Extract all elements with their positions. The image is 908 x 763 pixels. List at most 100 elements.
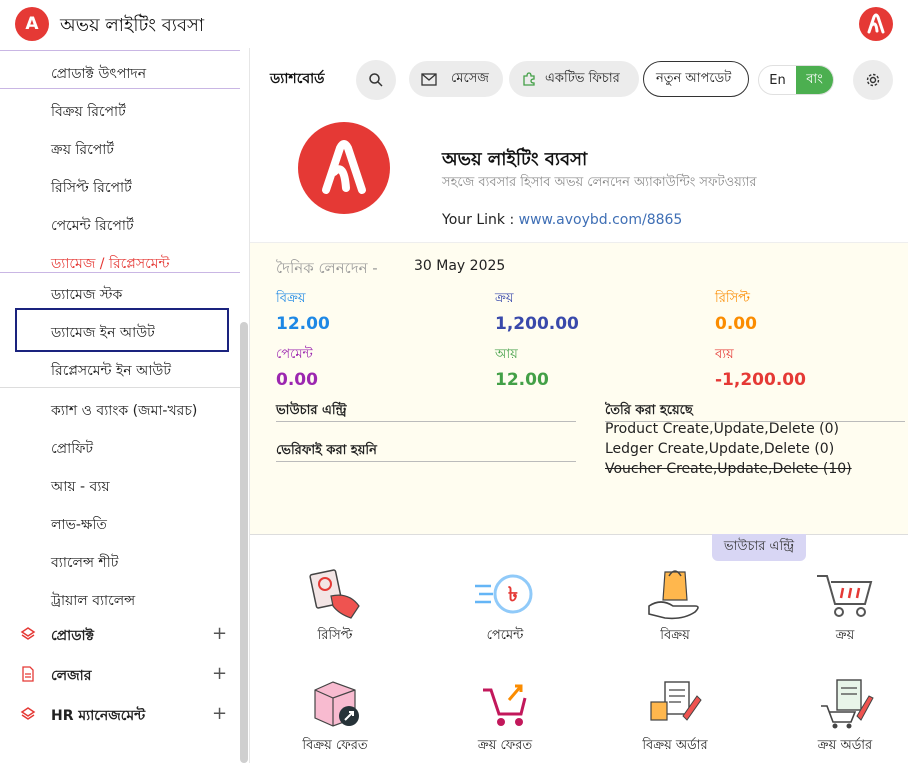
sidebar-item-trial-balance[interactable]: ট্রায়াল ব্যালেন্স (51, 589, 135, 613)
group-label: লেজার (51, 668, 92, 684)
sidebar-item-profit-loss[interactable]: লাভ-ক্ষতি (51, 513, 107, 537)
app-name: অভয় লাইটিং ব্যবসা (60, 15, 205, 36)
sidebar-item-replacement-in-out[interactable]: রিপ্লেসমেন্ট ইন আউট (51, 359, 171, 383)
tile-purchase[interactable]: ক্রয় (780, 566, 908, 647)
box-return-icon (303, 676, 367, 732)
voucher-entry-tag: ভাউচার এন্ট্রি (712, 534, 806, 561)
page-title: ড্যাশবোর্ড (270, 71, 325, 87)
brand-badge: A (15, 7, 49, 41)
group-label: প্রোডাক্ট (51, 628, 95, 644)
divider (276, 461, 576, 462)
sidebar-group-ledger[interactable]: লেজার + (18, 663, 228, 687)
stat-label: আয় (495, 347, 518, 362)
tile-sales-order[interactable]: বিক্রয় অর্ডার (610, 676, 740, 757)
document-icon (20, 666, 36, 682)
stat-income: আয় 12.00 (495, 345, 549, 390)
order-cart-icon (813, 676, 877, 732)
log-ledger: Ledger Create,Update,Delete (0) (605, 441, 835, 457)
lang-en-option[interactable]: En (759, 66, 796, 94)
stat-receipt: রিসিপ্ট 0.00 (715, 289, 757, 334)
new-update-button[interactable]: নতুন আপডেট (643, 61, 749, 97)
lang-bn-option[interactable]: বাং (796, 66, 833, 94)
company-name: অভয় লাইটিং ব্যবসা (442, 149, 588, 170)
receipt-icon (303, 566, 367, 622)
tile-label: বিক্রয় অর্ডার (642, 738, 708, 753)
sidebar-item-balance-sheet[interactable]: ব্যালেন্স শীট (51, 551, 118, 575)
message-label: মেসেজ (451, 70, 489, 86)
sidebar-group-hr-management[interactable]: HR ম্যানেজমেন্ট + (18, 703, 228, 727)
sidebar-item-damage-stock[interactable]: ড্যামেজ স্টক (51, 283, 122, 307)
stat-sales: বিক্রয় 12.00 (276, 289, 330, 334)
tile-purchase-return[interactable]: ক্রয় ফেরত (440, 676, 570, 757)
top-bar: A অভয় লাইটিং ব্যবসা (0, 0, 908, 48)
layers-icon (20, 626, 36, 642)
stat-value: 0.00 (276, 370, 318, 390)
expand-plus-icon[interactable]: + (212, 623, 227, 644)
stat-value: 12.00 (495, 370, 549, 390)
sidebar-item-product-production[interactable]: প্রোডাক্ট উৎপাদন (51, 62, 146, 86)
new-update-label: নতুন আপডেট (656, 70, 732, 86)
expand-plus-icon[interactable]: + (212, 663, 227, 684)
company-link[interactable]: www.avoybd.com/8865 (519, 212, 683, 228)
sidebar-item-damage-in-out[interactable]: ড্যামেজ ইন আউট (51, 321, 155, 345)
puzzle-icon (523, 72, 535, 86)
link-label: Your Link : (442, 212, 519, 228)
stat-label: পেমেন্ট (276, 347, 313, 362)
language-toggle[interactable]: En বাং (758, 65, 834, 95)
sidebar-item-payment-report[interactable]: পেমেন্ট রিপোর্ট (51, 214, 134, 238)
stat-payment: পেমেন্ট 0.00 (276, 345, 318, 390)
message-button[interactable]: মেসেজ (409, 61, 503, 97)
cart-icon (813, 566, 877, 622)
sidebar-item-purchase-report[interactable]: ক্রয় রিপোর্ট (51, 138, 114, 162)
sidebar-item-receipt-report[interactable]: রিসিপ্ট রিপোর্ট (51, 176, 132, 200)
sidebar-item-sales-report[interactable]: বিক্রয় রিপোর্ট (51, 100, 126, 124)
header-bar: ড্যাশবোর্ড মেসেজ একটিভ ফিচার নতুন আপডেট … (250, 48, 908, 112)
tile-label: ক্রয় ফেরত (477, 738, 533, 753)
svg-text:৳: ৳ (508, 582, 518, 606)
settings-button[interactable] (853, 60, 893, 100)
divider (0, 88, 240, 89)
divider (0, 272, 240, 273)
order-clipboard-icon (643, 676, 707, 732)
company-logo-icon (298, 122, 390, 214)
app-logo-icon[interactable] (859, 7, 893, 41)
tile-purchase-order[interactable]: ক্রয় অর্ডার (780, 676, 908, 757)
sidebar-item-profit[interactable]: প্রোফিট (51, 437, 93, 461)
voucher-entry-heading[interactable]: ভাউচার এন্ট্রি (276, 401, 347, 422)
daily-date: 30 May 2025 (414, 258, 506, 274)
stat-purchase: ক্রয় 1,200.00 (495, 289, 579, 334)
stat-value: 12.00 (276, 314, 330, 334)
mail-icon (421, 72, 437, 86)
tile-label: বিক্রয় (660, 628, 690, 643)
tile-payment[interactable]: ৳ পেমেন্ট (440, 566, 570, 647)
stat-value: -1,200.00 (715, 370, 806, 390)
active-features-button[interactable]: একটিভ ফিচার (509, 61, 639, 97)
sidebar-group-product[interactable]: প্রোডাক্ট + (18, 623, 228, 647)
search-button[interactable] (356, 60, 396, 100)
tile-label: ক্রয় অর্ডার (817, 738, 873, 753)
divider (0, 387, 240, 388)
payment-icon: ৳ (473, 566, 537, 622)
stat-value: 0.00 (715, 314, 757, 334)
tile-sales-return[interactable]: বিক্রয় ফেরত (270, 676, 400, 757)
expand-plus-icon[interactable]: + (212, 703, 227, 724)
layers-icon (20, 706, 36, 722)
sidebar-item-income-expense[interactable]: আয় - ব্যয় (51, 475, 110, 499)
stat-expense: ব্যয় -1,200.00 (715, 345, 806, 390)
tile-label: রিসিপ্ট (317, 628, 353, 643)
divider (276, 421, 576, 422)
tile-sales[interactable]: বিক্রয় (610, 566, 740, 647)
divider (0, 50, 240, 51)
log-product: Product Create,Update,Delete (0) (605, 421, 840, 437)
sidebar-scrollbar[interactable] (240, 322, 248, 763)
company-link-row: Your Link : www.avoybd.com/8865 (442, 212, 682, 228)
gear-icon (866, 73, 880, 87)
created-heading: তৈরি করা হয়েছে (605, 403, 693, 418)
sidebar-item-cash-bank[interactable]: ক্যাশ ও ব্যাংক (জমা-খরচ) (51, 399, 197, 423)
stat-value: 1,200.00 (495, 314, 579, 334)
tile-label: পেমেন্ট (486, 628, 524, 643)
tile-receipt[interactable]: রিসিপ্ট (270, 566, 400, 647)
cart-return-icon (473, 676, 537, 732)
not-verified-heading[interactable]: ভেরিফাই করা হয়নি (276, 441, 377, 462)
company-card: অভয় লাইটিং ব্যবসা সহজে ব্যবসার হিসাব অভ… (250, 112, 908, 242)
